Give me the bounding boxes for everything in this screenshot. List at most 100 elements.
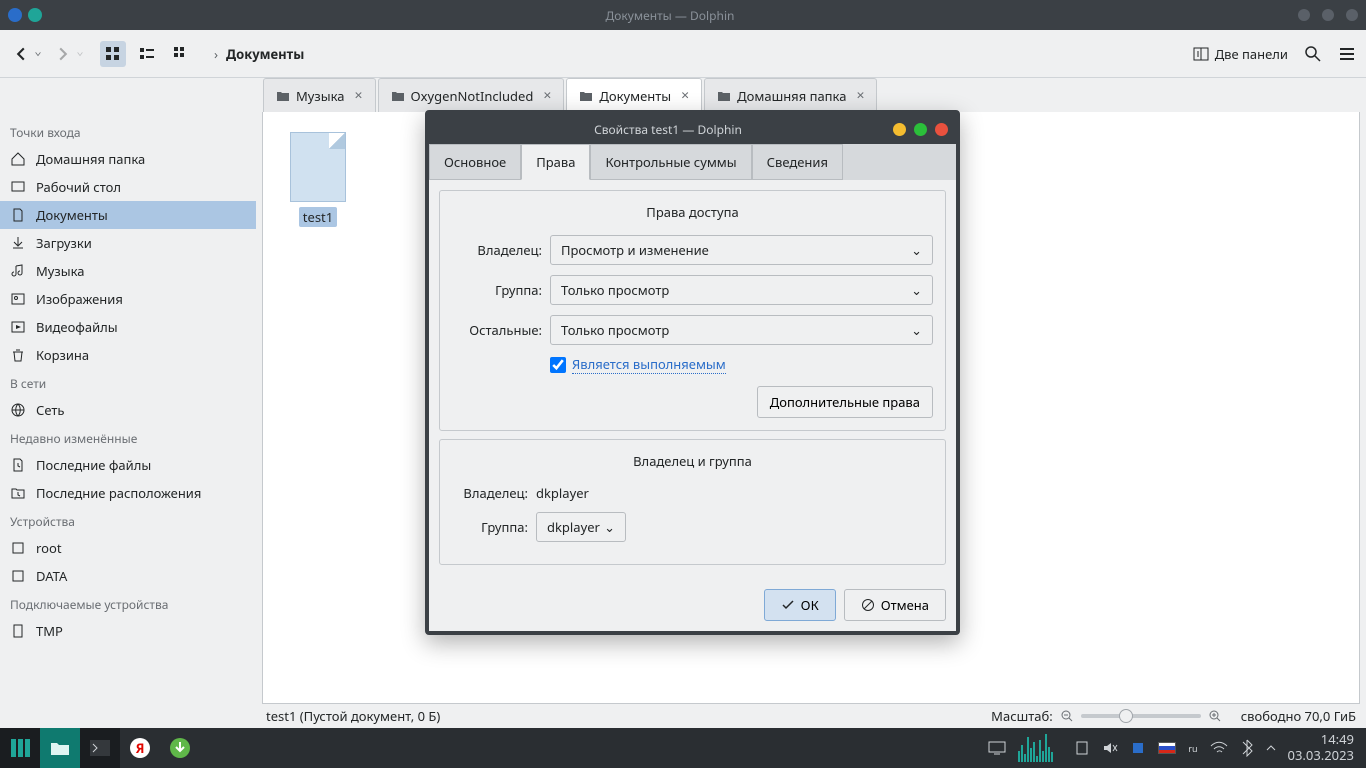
- tray-cpu-graph[interactable]: [1018, 734, 1062, 762]
- sidebar-section-places: Точки входа: [0, 118, 256, 145]
- close-icon[interactable]: ×: [856, 86, 864, 105]
- tab-label: Документы: [599, 87, 671, 105]
- sidebar-item-documents[interactable]: Документы: [0, 201, 256, 229]
- split-view-button[interactable]: Две панели: [1193, 45, 1288, 63]
- dialog-close-icon[interactable]: [935, 123, 948, 136]
- dialog-titlebar[interactable]: Свойства test1 — Dolphin: [429, 114, 956, 144]
- taskbar: Я ru 14:49 03.03.2023: [0, 728, 1366, 768]
- status-text: test1 (Пустой документ, 0 Б): [10, 707, 991, 725]
- sidebar-item-home[interactable]: Домашняя папка: [0, 145, 256, 173]
- zoom-out-icon[interactable]: [1061, 710, 1073, 722]
- sidebar: Точки входа Домашняя папка Рабочий стол …: [0, 112, 256, 704]
- window-close-icon[interactable]: [1346, 9, 1358, 21]
- view-details-button[interactable]: [168, 41, 194, 67]
- taskbar-konsole[interactable]: [80, 728, 120, 768]
- cancel-button[interactable]: Отмена: [844, 589, 946, 621]
- view-compact-button[interactable]: [134, 41, 160, 67]
- dialog-minimize-icon[interactable]: [893, 123, 906, 136]
- zoom-slider[interactable]: [1081, 714, 1201, 718]
- owner-label: Владелец:: [452, 484, 528, 502]
- sidebar-item-recent-files[interactable]: Последние файлы: [0, 451, 256, 479]
- others-perm-select[interactable]: Только просмотр⌄: [550, 315, 933, 345]
- back-button[interactable]: [10, 43, 32, 65]
- chevron-down-icon: ⌄: [911, 281, 922, 299]
- tray-volume-muted-icon[interactable]: [1102, 740, 1118, 756]
- taskbar-downloads[interactable]: [160, 728, 200, 768]
- advanced-permissions-button[interactable]: Дополнительные права: [757, 386, 933, 418]
- executable-checkbox[interactable]: [550, 357, 566, 373]
- sidebar-item-trash[interactable]: Корзина: [0, 341, 256, 369]
- zoom-in-icon[interactable]: [1209, 710, 1221, 722]
- chevron-down-icon: ⌄: [911, 321, 922, 339]
- close-icon[interactable]: ×: [543, 86, 551, 105]
- taskbar-dolphin[interactable]: [40, 728, 80, 768]
- status-bar: test1 (Пустой документ, 0 Б) Масштаб: св…: [0, 704, 1366, 728]
- window-minimize-icon[interactable]: [1298, 9, 1310, 21]
- search-button[interactable]: [1304, 45, 1322, 63]
- clock-date: 03.03.2023: [1288, 748, 1354, 764]
- tab-oxygen[interactable]: OxygenNotIncluded ×: [378, 78, 565, 112]
- breadcrumb-location[interactable]: Документы: [226, 45, 304, 63]
- slider-knob[interactable]: [1119, 709, 1133, 723]
- tray-clipboard-icon[interactable]: [1074, 740, 1090, 756]
- tab-home[interactable]: Домашняя папка ×: [704, 78, 877, 112]
- sidebar-item-data[interactable]: DATA: [0, 562, 256, 590]
- sidebar-item-videos[interactable]: Видеофайлы: [0, 313, 256, 341]
- sidebar-item-pictures[interactable]: Изображения: [0, 285, 256, 313]
- hamburger-menu-button[interactable]: [1338, 45, 1356, 63]
- owner-value: dkplayer: [536, 484, 589, 502]
- window-maximize-icon[interactable]: [1322, 9, 1334, 21]
- window-title: Документы — Dolphin: [42, 7, 1298, 24]
- taskbar-yandex[interactable]: Я: [120, 728, 160, 768]
- tab-label: Музыка: [296, 87, 345, 105]
- tab-details[interactable]: Сведения: [752, 144, 843, 180]
- tab-documents[interactable]: Документы ×: [566, 78, 702, 112]
- tray-bluetooth-icon[interactable]: [1240, 739, 1254, 757]
- tab-label: Домашняя папка: [737, 87, 846, 105]
- owner-perm-select[interactable]: Просмотр и изменение⌄: [550, 235, 933, 265]
- dialog-maximize-icon[interactable]: [914, 123, 927, 136]
- chevron-down-icon: ⌄: [604, 518, 615, 536]
- start-menu-button[interactable]: [0, 728, 40, 768]
- forward-dropdown-icon: [74, 43, 86, 65]
- tray-expand-icon[interactable]: [1266, 741, 1276, 755]
- window-titlebar: Документы — Dolphin: [0, 0, 1366, 30]
- titlebar-pin-icon[interactable]: [28, 8, 42, 22]
- sidebar-item-desktop[interactable]: Рабочий стол: [0, 173, 256, 201]
- sidebar-item-network[interactable]: Сеть: [0, 396, 256, 424]
- chevron-right-icon: ›: [214, 45, 218, 63]
- back-dropdown-icon[interactable]: [32, 43, 44, 65]
- dialog-title: Свойства test1 — Dolphin: [443, 121, 893, 138]
- sidebar-item-tmp[interactable]: TMP: [0, 617, 256, 645]
- sidebar-item-recent-locations[interactable]: Последние расположения: [0, 479, 256, 507]
- group-select[interactable]: dkplayer⌄: [536, 512, 626, 542]
- close-icon[interactable]: ×: [355, 86, 363, 105]
- view-icons-button[interactable]: [100, 41, 126, 67]
- close-icon[interactable]: ×: [681, 86, 689, 105]
- chevron-down-icon: ⌄: [911, 241, 922, 259]
- properties-dialog: Свойства test1 — Dolphin Основное Права …: [425, 110, 960, 635]
- group-perm-select[interactable]: Только просмотр⌄: [550, 275, 933, 305]
- toolbar: › Документы Две панели: [0, 30, 1366, 78]
- breadcrumb[interactable]: › Документы: [214, 45, 1193, 63]
- sidebar-item-music[interactable]: Музыка: [0, 257, 256, 285]
- executable-label[interactable]: Является выполняемым: [572, 355, 726, 374]
- tab-general[interactable]: Основное: [429, 144, 521, 180]
- tab-checksums[interactable]: Контрольные суммы: [590, 144, 751, 180]
- ok-button[interactable]: ОК: [764, 589, 836, 621]
- tray-desktop-icon[interactable]: [988, 741, 1006, 755]
- sidebar-item-root[interactable]: root: [0, 534, 256, 562]
- permissions-fieldset: Права доступа Владелец: Просмотр и измен…: [439, 190, 946, 431]
- tray-wifi-icon[interactable]: [1210, 741, 1228, 755]
- file-name[interactable]: test1: [299, 207, 337, 227]
- tab-permissions[interactable]: Права: [521, 144, 590, 180]
- tray-clock[interactable]: 14:49 03.03.2023: [1288, 732, 1354, 763]
- tray-keyboard-layout-icon[interactable]: [1158, 742, 1176, 754]
- tab-music[interactable]: Музыка ×: [263, 78, 376, 112]
- titlebar-app-icon: [8, 8, 22, 22]
- tray-updates-icon[interactable]: [1130, 740, 1146, 756]
- permissions-title: Права доступа: [452, 203, 933, 221]
- sidebar-item-downloads[interactable]: Загрузки: [0, 229, 256, 257]
- tab-label: OxygenNotIncluded: [411, 87, 534, 105]
- file-item[interactable]: test1: [283, 132, 353, 226]
